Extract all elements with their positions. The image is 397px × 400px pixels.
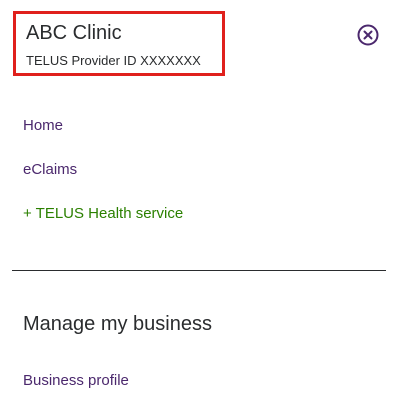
- manage-business-heading: Manage my business: [23, 313, 212, 335]
- clinic-name: ABC Clinic: [26, 22, 122, 44]
- close-circle-icon: [357, 24, 379, 46]
- account-header: ABC Clinic TELUS Provider ID XXXXXXX: [13, 11, 225, 76]
- navigation-panel: ABC Clinic TELUS Provider ID XXXXXXX Hom…: [0, 0, 397, 400]
- nav-link-eclaims[interactable]: eClaims: [23, 161, 77, 178]
- divider: [12, 270, 386, 271]
- nav-link-home[interactable]: Home: [23, 117, 63, 134]
- provider-id: TELUS Provider ID XXXXXXX: [26, 53, 201, 68]
- close-button[interactable]: [357, 24, 379, 46]
- add-telus-health-service-link[interactable]: + TELUS Health service: [23, 205, 183, 222]
- nav-link-business-profile[interactable]: Business profile: [23, 372, 129, 389]
